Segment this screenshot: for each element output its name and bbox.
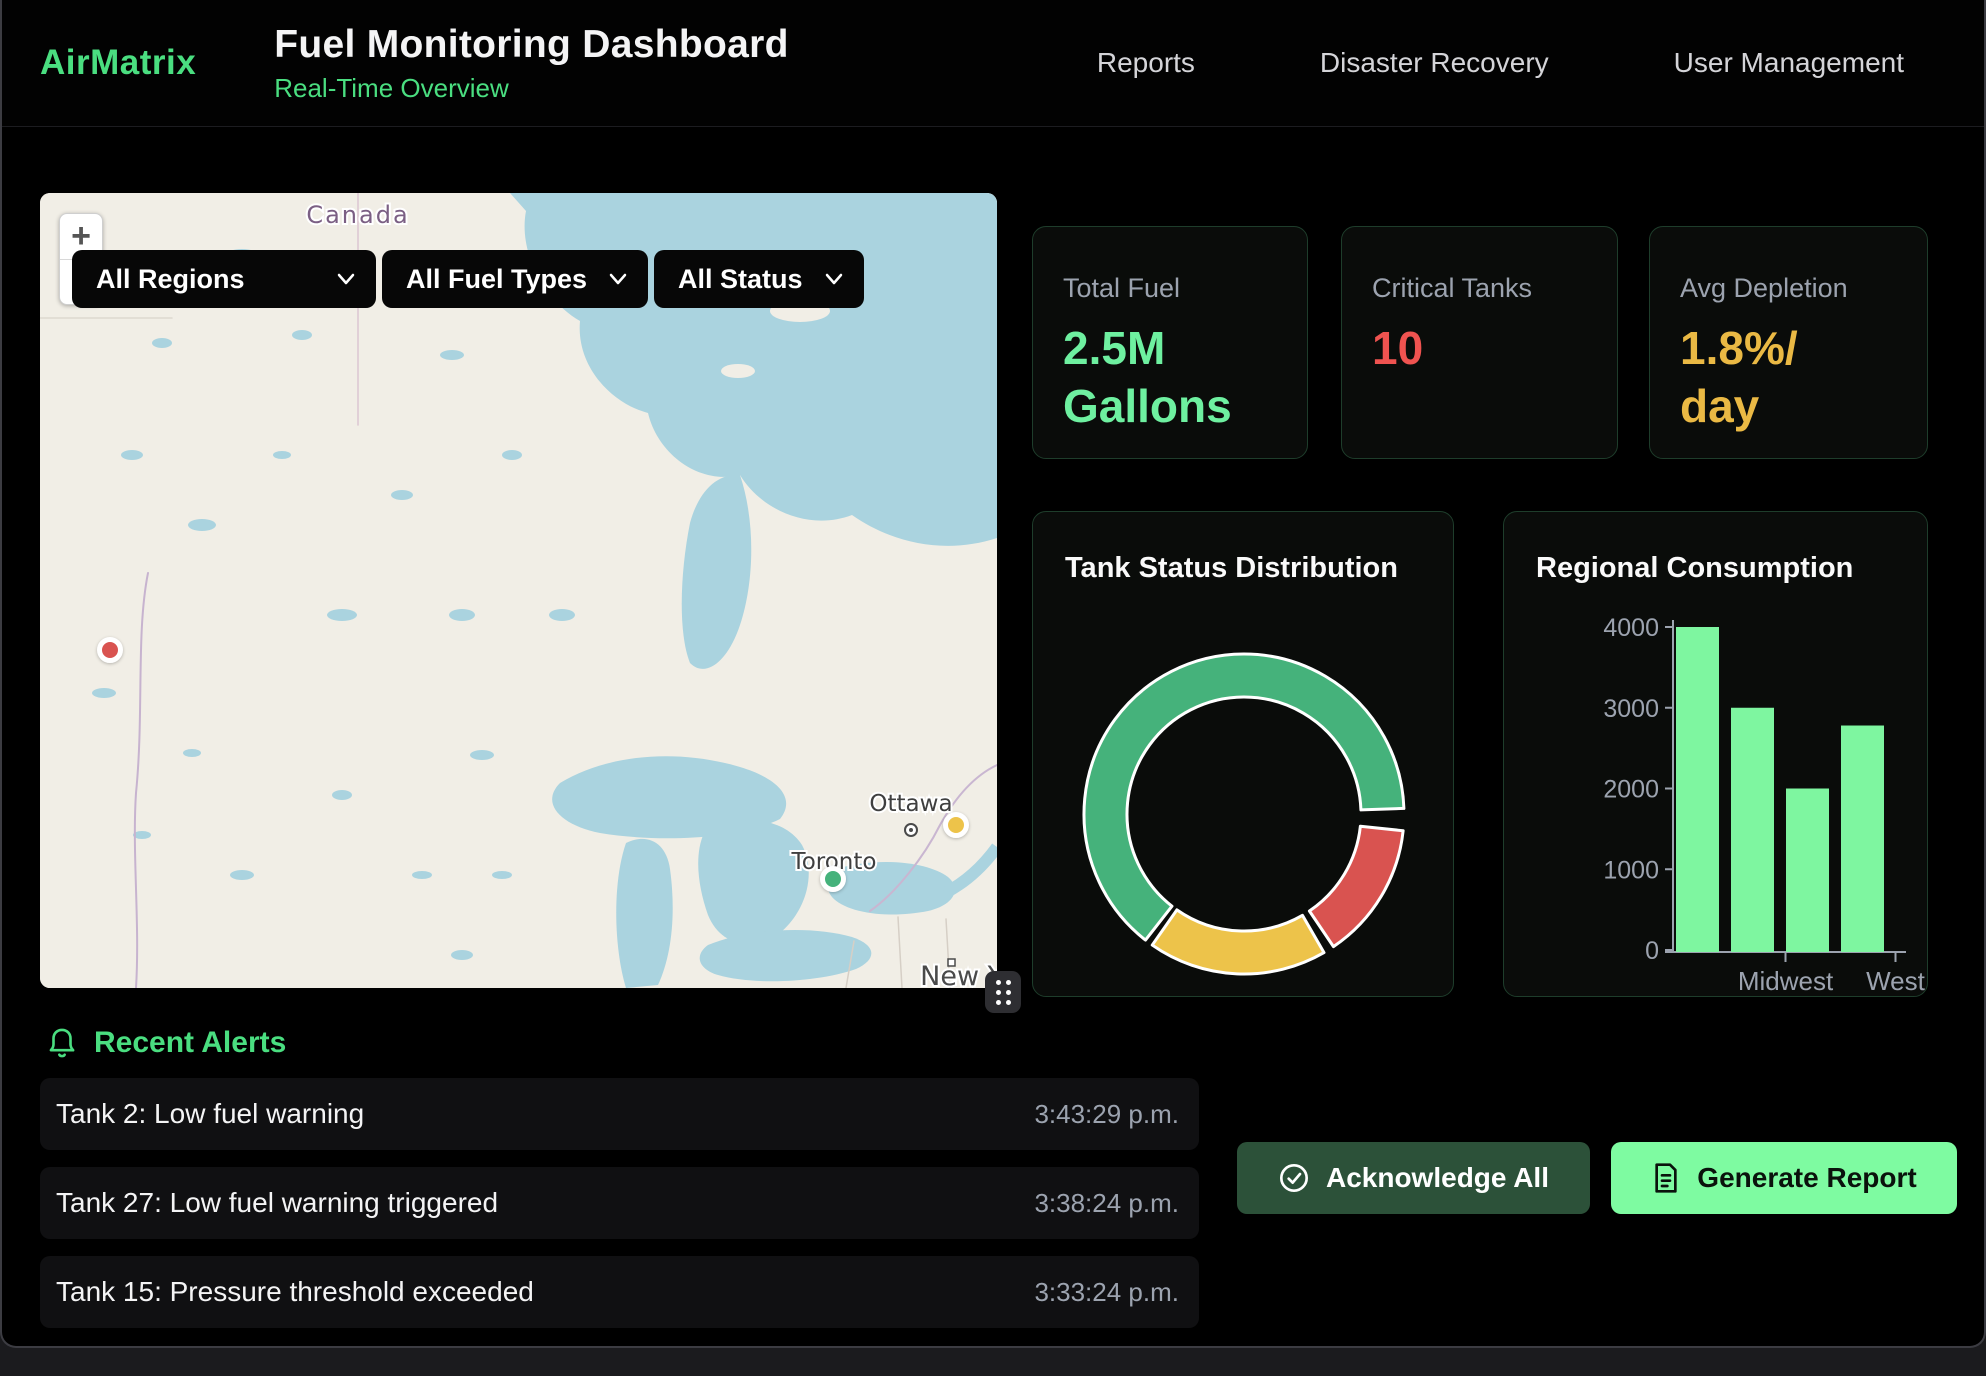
stat-label: Avg Depletion <box>1680 273 1897 304</box>
regional-consumption-chart-card: Regional Consumption 01000200030004000Mi… <box>1503 511 1928 997</box>
y-tick-label: 4000 <box>1603 614 1659 642</box>
tank-status-donut-chart <box>1033 512 1455 998</box>
region-filter-dropdown[interactable]: All Regions <box>72 250 376 308</box>
critical-tank-marker[interactable] <box>97 637 123 663</box>
alert-message: Tank 2: Low fuel warning <box>56 1098 364 1130</box>
stat-value: 2.5M Gallons <box>1063 320 1277 435</box>
generate-report-label: Generate Report <box>1697 1162 1916 1194</box>
title-block: Fuel Monitoring Dashboard Real-Time Over… <box>274 23 788 104</box>
region-filter-label: All Regions <box>96 264 245 295</box>
bar-region-3 <box>1841 726 1884 952</box>
donut-yellow-segment <box>1152 910 1324 974</box>
stat-value: 10 <box>1372 320 1587 378</box>
alerts-header: Recent Alerts <box>46 1026 286 1060</box>
fuel-type-filter-label: All Fuel Types <box>406 264 587 295</box>
donut-red-segment <box>1309 826 1403 946</box>
chevron-down-icon <box>608 272 628 286</box>
alert-row[interactable]: Tank 27: Low fuel warning triggered 3:38… <box>40 1167 1199 1239</box>
alert-message: Tank 27: Low fuel warning triggered <box>56 1187 498 1219</box>
stat-card-avg-depletion: Avg Depletion 1.8%/ day <box>1649 226 1928 459</box>
alert-row[interactable]: Tank 2: Low fuel warning 3:43:29 p.m. <box>40 1078 1199 1150</box>
warning-tank-marker[interactable] <box>943 812 969 838</box>
x-tick-label: Midwest <box>1738 966 1834 996</box>
alert-timestamp: 3:38:24 p.m. <box>1034 1188 1179 1219</box>
nav-disaster-recovery[interactable]: Disaster Recovery <box>1320 47 1549 79</box>
stat-value: 1.8%/ day <box>1680 320 1897 435</box>
nav-user-management[interactable]: User Management <box>1674 47 1904 79</box>
bar-region-1 <box>1731 708 1774 952</box>
stat-label: Total Fuel <box>1063 273 1277 304</box>
chevron-down-icon <box>824 272 844 286</box>
alert-message: Tank 15: Pressure threshold exceeded <box>56 1276 534 1308</box>
page-title: Fuel Monitoring Dashboard <box>274 23 788 67</box>
map-panel: Canada Ottawa Toronto New York + − All R… <box>40 193 997 988</box>
map-resize-handle[interactable] <box>985 971 1021 1013</box>
y-tick-label: 2000 <box>1603 776 1659 804</box>
stat-card-critical-tanks: Critical Tanks 10 <box>1341 226 1618 459</box>
y-tick-label: 0 <box>1645 937 1659 965</box>
status-filter-dropdown[interactable]: All Status <box>654 250 864 308</box>
status-filter-label: All Status <box>678 264 803 295</box>
country-label-canada: Canada <box>306 201 409 229</box>
bay-island <box>721 364 755 378</box>
page-subtitle: Real-Time Overview <box>274 73 788 104</box>
acknowledge-all-label: Acknowledge All <box>1326 1162 1549 1194</box>
alert-timestamp: 3:43:29 p.m. <box>1034 1099 1179 1130</box>
map-filters: All Regions All Fuel Types All Status <box>72 250 864 308</box>
acknowledge-all-button[interactable]: Acknowledge All <box>1237 1142 1590 1214</box>
x-tick-label: West <box>1866 966 1926 996</box>
ottawa-city-dot-center <box>909 828 913 832</box>
bar-region-0 <box>1676 627 1719 952</box>
alert-timestamp: 3:33:24 p.m. <box>1034 1277 1179 1308</box>
document-icon <box>1651 1162 1681 1194</box>
tank-status-chart-card: Tank Status Distribution <box>1032 511 1454 997</box>
generate-report-button[interactable]: Generate Report <box>1611 1142 1957 1214</box>
city-label-ottawa: Ottawa <box>869 791 952 817</box>
header: AirMatrix Fuel Monitoring Dashboard Real… <box>2 0 1984 127</box>
stat-card-total-fuel: Total Fuel 2.5M Gallons <box>1032 226 1308 459</box>
dashboard-frame: AirMatrix Fuel Monitoring Dashboard Real… <box>0 0 1986 1348</box>
y-tick-label: 3000 <box>1603 695 1659 723</box>
fuel-type-filter-dropdown[interactable]: All Fuel Types <box>382 250 648 308</box>
alerts-title: Recent Alerts <box>94 1026 286 1060</box>
chevron-down-icon <box>336 272 356 286</box>
stat-label: Critical Tanks <box>1372 273 1587 304</box>
map-canvas[interactable]: Canada Ottawa Toronto New York <box>40 193 997 988</box>
regional-consumption-bar-chart: 0 1000 2000 3000 4000 Midwest West <box>1504 512 1929 998</box>
app-logo: AirMatrix <box>40 43 196 83</box>
bar-region-2 <box>1786 789 1829 953</box>
lake-michigan <box>616 839 672 988</box>
main-nav: Reports Disaster Recovery User Managemen… <box>1097 47 1904 79</box>
nav-reports[interactable]: Reports <box>1097 47 1195 79</box>
alert-row[interactable]: Tank 15: Pressure threshold exceeded 3:3… <box>40 1256 1199 1328</box>
check-circle-icon <box>1278 1162 1310 1194</box>
y-tick-label: 1000 <box>1603 856 1659 884</box>
normal-tank-marker[interactable] <box>820 866 846 892</box>
bell-icon <box>46 1026 78 1060</box>
